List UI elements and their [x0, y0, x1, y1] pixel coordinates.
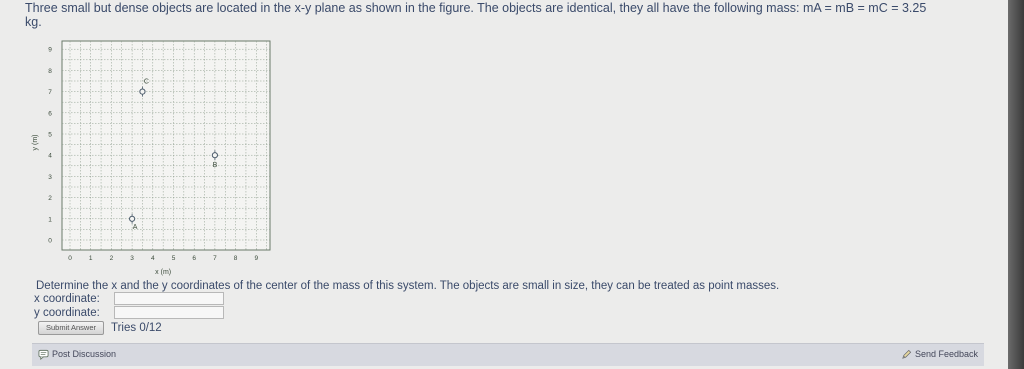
- xy-plot: 0 1 2 3 4 5 6 7 8 9 0 1 2 3 4 5 6 7 8 9 x (m) y (m) A B C: [32, 40, 271, 276]
- y-tick-label: 0: [48, 238, 52, 245]
- pencil-icon: [902, 349, 912, 359]
- point-c-label: C: [144, 79, 149, 86]
- submit-answer-button[interactable]: Submit Answer: [38, 321, 104, 335]
- x-axis-label: x (m): [155, 269, 171, 276]
- coordinate-figure: 0 1 2 3 4 5 6 7 8 9 0 1 2 3 4 5 6 7 8 9 x (m) y (m) A B C: [20, 38, 280, 278]
- x-tick-label: 5: [172, 255, 176, 262]
- send-feedback-link[interactable]: Send Feedback: [901, 348, 978, 360]
- discussion-bar: Post Discussion Send Feedback: [32, 343, 984, 366]
- discussion-icon: [38, 349, 49, 360]
- point-a-label: A: [133, 224, 138, 231]
- x-tick-label: 7: [213, 255, 217, 262]
- point-b-label: B: [213, 162, 218, 169]
- y-tick-label: 1: [48, 216, 52, 223]
- y-tick-label: 2: [48, 195, 52, 202]
- x-tick-label: 1: [89, 255, 93, 262]
- point-b-marker: [211, 152, 218, 159]
- tries-counter: Tries 0/12: [111, 322, 162, 334]
- y-tick-label: 7: [48, 89, 52, 96]
- send-feedback-label: Send Feedback: [914, 349, 978, 359]
- x-coordinate-label: x coordinate:: [34, 293, 100, 305]
- y-tick-label: 9: [48, 47, 52, 54]
- x-tick-label: 6: [192, 255, 196, 262]
- post-discussion-label: Post Discussion: [52, 349, 117, 359]
- y-tick-label: 3: [48, 174, 52, 181]
- problem-statement-line2: kg.: [25, 15, 42, 29]
- problem-statement: Three small but dense objects are locate…: [25, 1, 1000, 29]
- window-edge: [1008, 0, 1024, 369]
- x-tick-label: 0: [68, 255, 72, 262]
- x-tick-label: 9: [254, 255, 258, 262]
- problem-page: Three small but dense objects are locate…: [0, 0, 1008, 369]
- y-tick-label: 5: [48, 132, 52, 139]
- post-discussion-link[interactable]: Post Discussion: [38, 348, 116, 360]
- point-c-marker: [139, 88, 146, 95]
- problem-statement-line1: Three small but dense objects are locate…: [25, 1, 927, 15]
- x-tick-label: 2: [110, 255, 114, 262]
- y-coordinate-input[interactable]: [114, 306, 224, 319]
- y-tick-label: 6: [48, 110, 52, 117]
- y-tick-label: 8: [48, 68, 52, 75]
- x-coordinate-input[interactable]: [114, 292, 224, 305]
- y-axis-label: y (m): [32, 135, 39, 151]
- question-text: Determine the x and the y coordinates of…: [36, 280, 780, 292]
- x-tick-label: 4: [151, 255, 155, 262]
- point-a-marker: [129, 215, 136, 222]
- y-coordinate-label: y coordinate:: [34, 307, 100, 319]
- x-tick-label: 3: [130, 255, 134, 262]
- x-tick-label: 8: [234, 255, 238, 262]
- y-tick-label: 4: [48, 153, 52, 160]
